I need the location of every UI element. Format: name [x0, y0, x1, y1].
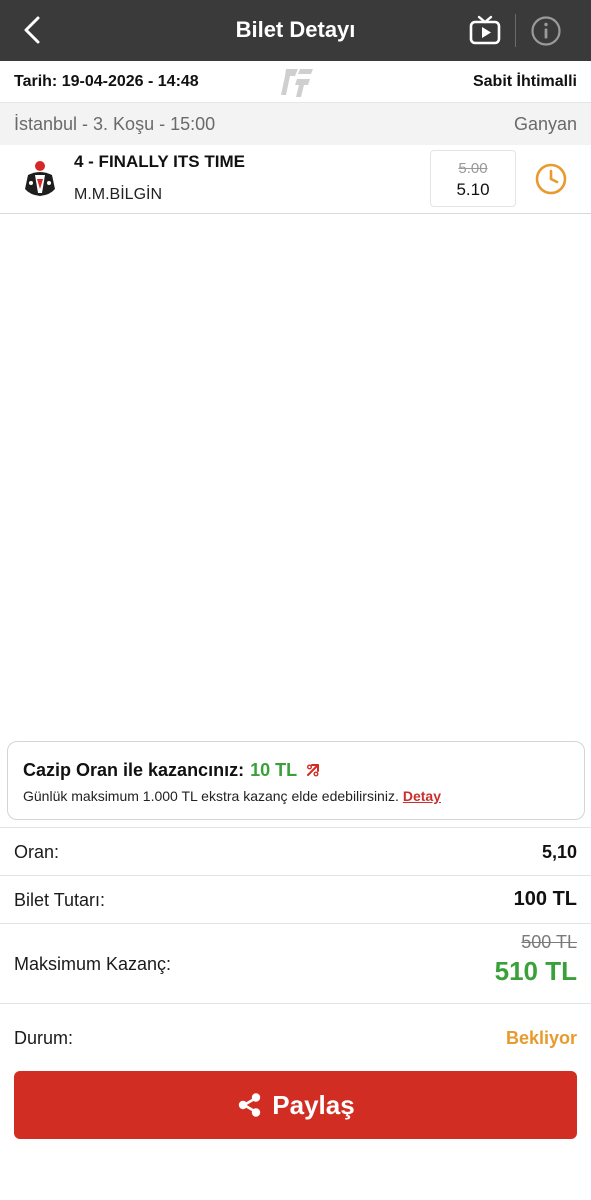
odds-value: 5,10 [541, 842, 577, 862]
boost-icon [305, 762, 321, 778]
jockey-name: M.M.BİLGİN [74, 186, 163, 203]
promo-title-line: Cazip Oran ile kazancınız: 10 TL [23, 760, 321, 781]
promo-description-line: Günlük maksimum 1.000 TL ekstra kazanç e… [23, 788, 441, 804]
tv-play-icon [469, 15, 501, 45]
promo-amount: 10 TL [250, 760, 298, 780]
ticket-amount-label: Bilet Tutarı: [14, 890, 106, 910]
ticket-date: Tarih: 19-04-2026 - 14:48 [14, 73, 199, 90]
max-win-label: Maksimum Kazanç: [14, 954, 172, 974]
ticket-date-row: Tarih: 19-04-2026 - 14:48 Sabit İhtimall… [0, 61, 591, 103]
header-divider [515, 14, 516, 47]
odds-row: Oran: 5,10 [0, 827, 591, 875]
status-label: Durum: [14, 1028, 74, 1048]
pending-status [534, 162, 568, 196]
new-odd: 5.10 [456, 180, 490, 199]
share-icon [239, 1093, 261, 1117]
promo-title: Cazip Oran ile kazancınız: [23, 760, 245, 780]
ticket-type: Sabit İhtimalli [472, 73, 577, 90]
ticket-amount-row: Bilet Tutarı: 100 TL [0, 875, 591, 923]
horse-selection-row[interactable]: 4 - FINALLY ITS TIME M.M.BİLGİN 5.00 5.1… [0, 145, 591, 214]
max-win-old: 500 TL [521, 932, 577, 952]
share-label: Paylaş [272, 1089, 355, 1120]
promo-detail-link[interactable]: Detay [403, 788, 441, 804]
tjk-logo-icon [281, 69, 313, 97]
top-bar: Bilet Detayı [0, 0, 591, 61]
status-row: Durum: Bekliyor [0, 1003, 591, 1063]
race-info: İstanbul - 3. Koşu - 15:00 [14, 114, 216, 134]
ticket-amount-value: 100 TL [513, 888, 577, 910]
status-value: Bekliyor [505, 1028, 577, 1048]
odds-box: 5.00 5.10 [430, 150, 516, 207]
info-icon [531, 16, 561, 46]
promo-description: Günlük maksimum 1.000 TL ekstra kazanç e… [23, 788, 399, 804]
clock-icon [535, 163, 567, 195]
share-button[interactable]: Paylaş [14, 1071, 577, 1139]
promo-card: Cazip Oran ile kazancınız: 10 TL Günlük m… [7, 741, 585, 820]
odds-label: Oran: [14, 842, 60, 862]
max-win-row: Maksimum Kazanç: 500 TL 510 TL [0, 923, 591, 1003]
jockey-silks-icon [22, 159, 58, 199]
back-chevron-icon [24, 16, 40, 44]
horse-name: 4 - FINALLY ITS TIME [74, 152, 245, 171]
max-win-new: 510 TL [494, 956, 577, 986]
race-info-row: İstanbul - 3. Koşu - 15:00 Ganyan [0, 103, 591, 145]
back-button[interactable] [14, 12, 50, 48]
logo [280, 66, 314, 98]
bet-type: Ganyan [513, 114, 577, 134]
tv-button[interactable] [467, 13, 503, 49]
info-button[interactable] [530, 15, 562, 47]
old-odd: 5.00 [458, 160, 488, 177]
